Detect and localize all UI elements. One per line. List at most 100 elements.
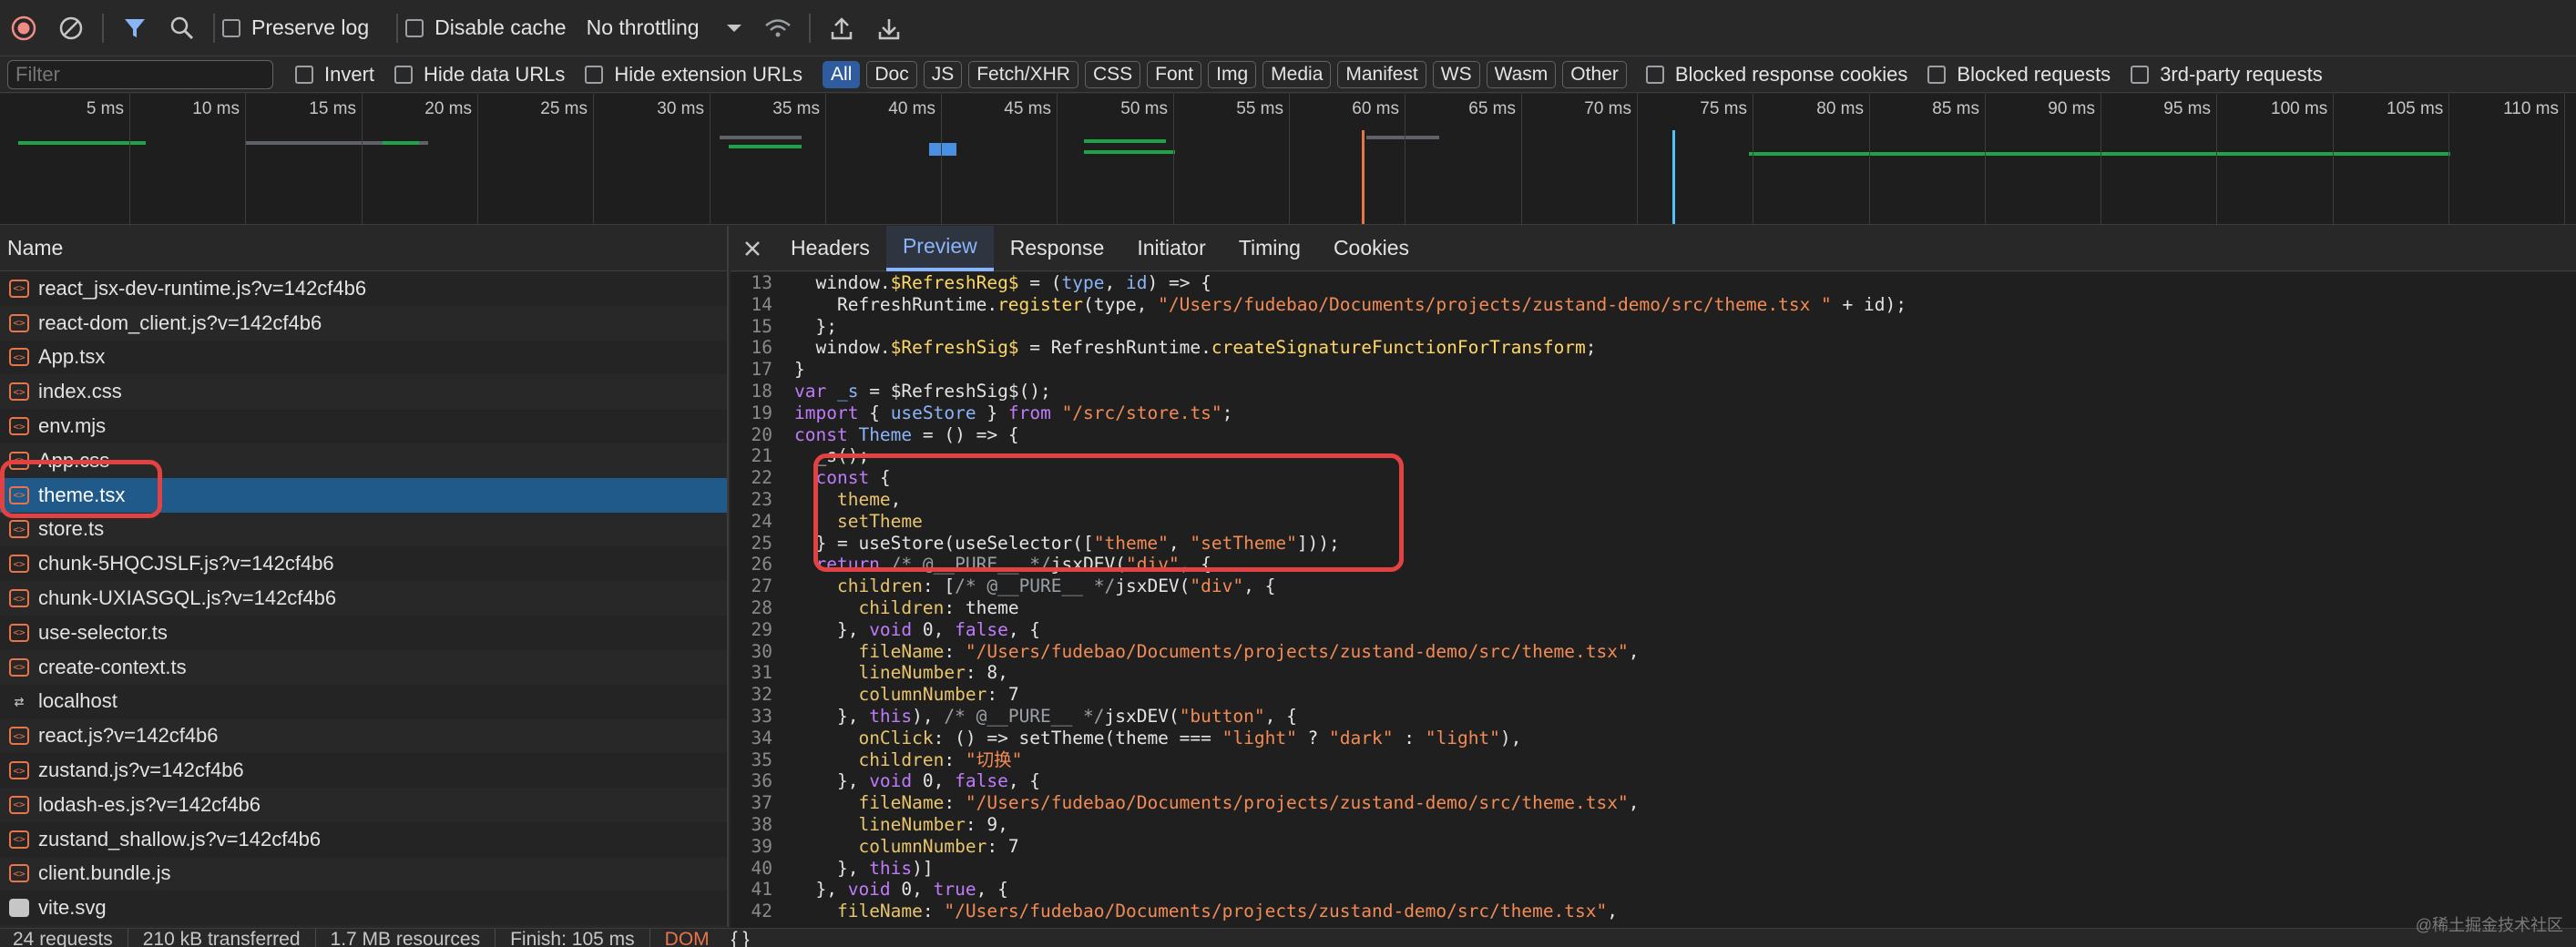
type-filter-doc[interactable]: Doc bbox=[866, 60, 917, 88]
request-row[interactable]: <> client.bundle.js bbox=[0, 857, 727, 891]
checkbox-box[interactable] bbox=[405, 18, 424, 37]
watermark: @稀土掘金技术社区 bbox=[2415, 916, 2563, 934]
request-row[interactable]: vite.svg bbox=[0, 891, 727, 926]
request-name: chunk-5HQCJSLF.js?v=142cf4b6 bbox=[38, 552, 334, 575]
tab-cookies[interactable]: Cookies bbox=[1317, 226, 1426, 271]
preview-code-view[interactable]: 13 window.$RefreshReg$ = (type, id) => {… bbox=[731, 272, 2576, 928]
code-line: 42 fileName: "/Users/fudebao/Documents/p… bbox=[731, 901, 2576, 922]
request-row[interactable]: <> chunk-5HQCJSLF.js?v=142cf4b6 bbox=[0, 546, 727, 582]
line-number: 25 bbox=[751, 532, 772, 554]
timeline-gridline bbox=[2216, 94, 2217, 224]
checkbox-box[interactable] bbox=[1927, 65, 1947, 84]
type-filter-js[interactable]: JS bbox=[923, 60, 963, 88]
timeline-gridline bbox=[1869, 94, 1870, 224]
type-filter-css[interactable]: CSS bbox=[1084, 60, 1141, 88]
third-party-requests-label: 3rd-party requests bbox=[2160, 62, 2323, 86]
line-number: 14 bbox=[751, 293, 772, 315]
script-file-icon: <> bbox=[9, 761, 29, 780]
timeline-tick-label: 90 ms bbox=[2048, 99, 2095, 118]
type-filter-all[interactable]: All bbox=[823, 60, 861, 88]
invert-label: Invert bbox=[324, 62, 375, 86]
record-button[interactable] bbox=[0, 0, 47, 56]
request-row[interactable]: ⇄ localhost bbox=[0, 684, 727, 719]
name-column-header[interactable]: Name bbox=[0, 226, 727, 271]
request-row[interactable]: <> env.mjs bbox=[0, 409, 727, 443]
waterfall-bar bbox=[929, 143, 956, 156]
checkbox-box[interactable] bbox=[295, 65, 313, 84]
network-conditions-button[interactable] bbox=[754, 0, 802, 56]
export-har-button[interactable] bbox=[865, 0, 913, 56]
script-file-icon: <> bbox=[9, 864, 29, 883]
script-file-icon: <> bbox=[9, 279, 29, 298]
preserve-log-checkbox[interactable]: Preserve log bbox=[222, 15, 369, 40]
tab-preview[interactable]: Preview bbox=[885, 225, 994, 271]
code-text: children: "切换" bbox=[858, 748, 1023, 770]
filter-toggle-button[interactable] bbox=[111, 0, 158, 56]
type-filter-media[interactable]: Media bbox=[1262, 60, 1332, 88]
checkbox-box[interactable] bbox=[1645, 65, 1664, 84]
type-filter-fetchxhr[interactable]: Fetch/XHR bbox=[968, 60, 1078, 88]
checkbox-box[interactable] bbox=[585, 65, 604, 84]
checkbox-box[interactable] bbox=[2131, 65, 2150, 84]
waterfall-bar bbox=[383, 141, 419, 145]
type-filter-wasm[interactable]: Wasm bbox=[1486, 60, 1557, 88]
invert-checkbox[interactable]: Invert bbox=[295, 63, 374, 87]
hide-data-urls-checkbox[interactable]: Hide data URLs bbox=[394, 63, 565, 87]
request-row[interactable]: <> index.css bbox=[0, 374, 727, 409]
pretty-print-button[interactable]: { } bbox=[731, 929, 750, 947]
network-overview-timeline[interactable]: 5 ms 10 ms 15 ms 20 ms 25 ms 30 ms 35 ms 40 ms 4… bbox=[0, 94, 2576, 225]
filter-input[interactable] bbox=[7, 59, 273, 89]
filter-icon bbox=[125, 18, 145, 37]
timeline-gridline bbox=[941, 94, 942, 224]
request-row[interactable]: <> chunk-UXIASGQL.js?v=142cf4b6 bbox=[0, 581, 727, 616]
code-line: 40 }, this)] bbox=[731, 858, 2576, 880]
line-number: 42 bbox=[751, 901, 772, 922]
timeline-gridline bbox=[1289, 94, 1290, 224]
code-text: RefreshRuntime.register(type, "/Users/fu… bbox=[794, 293, 1906, 315]
timeline-tick-label: 55 ms bbox=[1236, 99, 1283, 118]
request-row[interactable]: <> react_jsx-dev-runtime.js?v=142cf4b6 bbox=[0, 271, 727, 306]
line-number: 39 bbox=[751, 835, 772, 857]
type-filter-img[interactable]: Img bbox=[1208, 60, 1257, 88]
throttling-select[interactable]: No throttling bbox=[587, 15, 743, 40]
search-button[interactable] bbox=[158, 0, 206, 56]
blocked-requests-checkbox[interactable]: Blocked requests bbox=[1927, 63, 2111, 87]
request-name: App.tsx bbox=[38, 345, 106, 369]
line-number: 18 bbox=[751, 380, 772, 402]
request-row[interactable]: <> lodash-es.js?v=142cf4b6 bbox=[0, 788, 727, 822]
close-details-button[interactable] bbox=[731, 226, 774, 271]
code-line: 33 }, this), /* @__PURE__ */jsxDEV("butt… bbox=[731, 706, 2576, 728]
tab-timing[interactable]: Timing bbox=[1222, 226, 1317, 271]
waterfall-bar bbox=[1366, 136, 1439, 139]
code-line: 15 }; bbox=[731, 316, 2576, 338]
type-filter-manifest[interactable]: Manifest bbox=[1337, 60, 1426, 88]
clear-button[interactable] bbox=[47, 0, 95, 56]
third-party-requests-checkbox[interactable]: 3rd-party requests bbox=[2131, 63, 2323, 87]
tab-response[interactable]: Response bbox=[994, 226, 1121, 271]
line-number: 23 bbox=[751, 488, 772, 510]
code-line: 29 }, void 0, false, { bbox=[731, 619, 2576, 641]
request-row[interactable]: <> use-selector.ts bbox=[0, 615, 727, 650]
dom-content-loaded: DOM bbox=[649, 929, 724, 947]
tab-headers[interactable]: Headers bbox=[774, 226, 886, 271]
request-row[interactable]: <> react.js?v=142cf4b6 bbox=[0, 718, 727, 753]
disable-cache-checkbox[interactable]: Disable cache bbox=[405, 15, 567, 40]
type-filter-font[interactable]: Font bbox=[1147, 60, 1202, 88]
request-row[interactable]: <> create-context.ts bbox=[0, 650, 727, 685]
request-row[interactable]: <> zustand_shallow.js?v=142cf4b6 bbox=[0, 821, 727, 857]
waterfall-bar bbox=[1084, 139, 1166, 143]
status-bar: 24 requests 210 kB transferred 1.7 MB re… bbox=[0, 928, 2576, 947]
tab-initiator[interactable]: Initiator bbox=[1120, 226, 1222, 271]
request-row[interactable]: <> zustand.js?v=142cf4b6 bbox=[0, 753, 727, 788]
type-filter-ws[interactable]: WS bbox=[1432, 60, 1480, 88]
type-filter-other[interactable]: Other bbox=[1562, 60, 1627, 88]
blocked-response-cookies-checkbox[interactable]: Blocked response cookies bbox=[1645, 63, 1907, 87]
request-row[interactable]: <> App.tsx bbox=[0, 340, 727, 375]
request-name: client.bundle.js bbox=[38, 861, 171, 885]
request-row[interactable]: <> react-dom_client.js?v=142cf4b6 bbox=[0, 306, 727, 341]
hide-extension-urls-checkbox[interactable]: Hide extension URLs bbox=[585, 63, 802, 87]
line-number: 26 bbox=[751, 554, 772, 575]
import-har-button[interactable] bbox=[818, 0, 865, 56]
checkbox-box[interactable] bbox=[394, 65, 414, 84]
checkbox-box[interactable] bbox=[222, 18, 240, 37]
